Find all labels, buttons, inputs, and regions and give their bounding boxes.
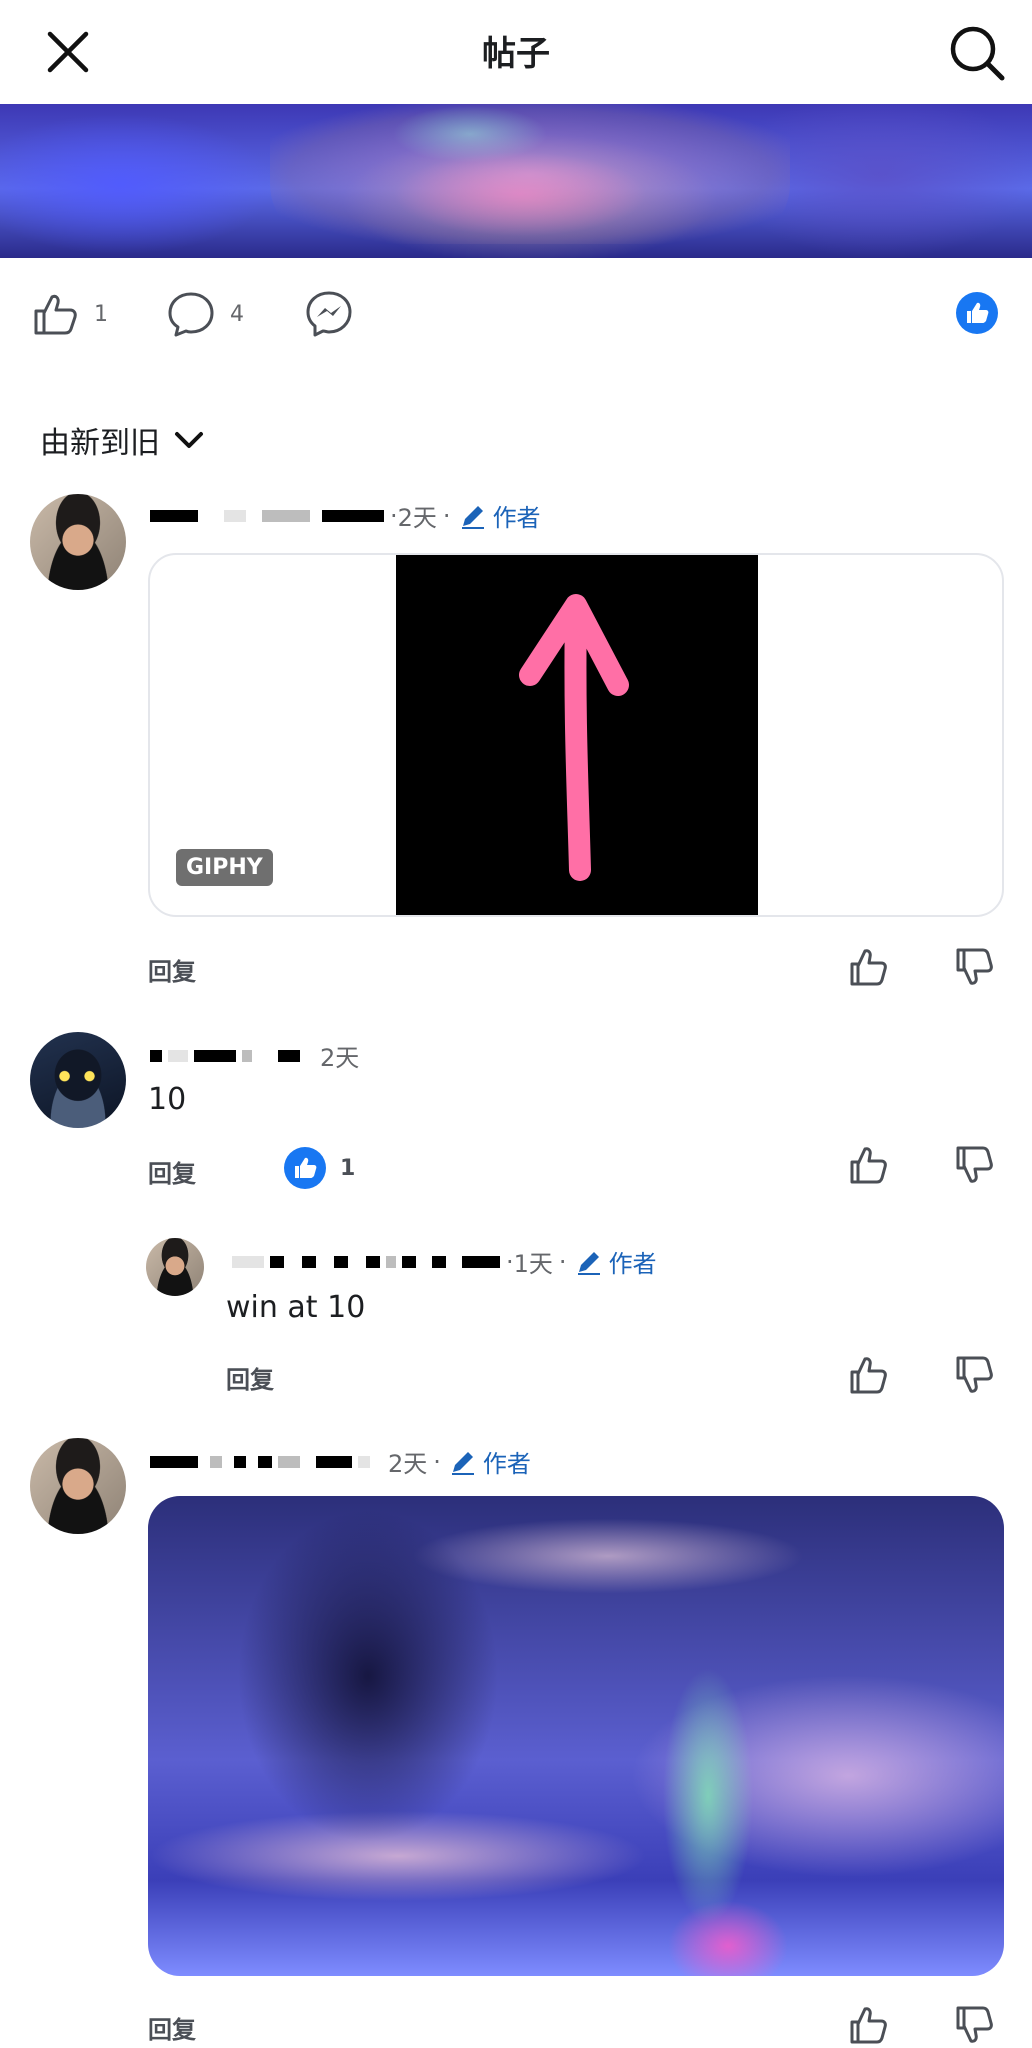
redacted-name <box>302 1255 316 1268</box>
upvote-icon[interactable] <box>848 946 890 988</box>
author-badge-label: 作者 <box>608 1250 657 1278</box>
upvote-icon[interactable] <box>848 1354 890 1396</box>
redacted-name <box>258 1455 272 1468</box>
reply-button[interactable]: 回复 <box>148 1154 196 1189</box>
comment-time: 1天 <box>513 1250 553 1278</box>
upvote-icon[interactable] <box>848 2004 890 2046</box>
redacted-name <box>270 1255 284 1268</box>
reply-button[interactable]: 回复 <box>148 2010 196 2045</box>
comment-time: 2天 <box>388 1450 428 1478</box>
messenger-share-action[interactable] <box>304 286 354 342</box>
comment-action[interactable]: 4 <box>166 286 244 342</box>
like-action[interactable]: 1 <box>30 286 108 342</box>
page-title: 帖子 <box>482 34 550 74</box>
up-arrow-icon <box>519 594 629 881</box>
like-count: 1 <box>94 301 108 327</box>
top-bar: 帖子 <box>0 0 1032 104</box>
post-image[interactable] <box>0 104 1032 258</box>
redacted-name <box>358 1455 370 1468</box>
gif-attachment[interactable]: GIPHY <box>148 553 1004 917</box>
author-badge: 作者 <box>459 498 541 533</box>
reaction-summary[interactable]: 1 <box>284 1147 355 1189</box>
author-badge: 作者 <box>449 1444 531 1479</box>
redacted-name <box>386 1255 396 1268</box>
post-action-bar: 1 4 <box>0 258 1032 368</box>
redacted-name <box>402 1255 416 1268</box>
comment-meta: · 1天 · 作者 <box>232 1244 657 1279</box>
pencil-icon <box>461 505 484 529</box>
redacted-name <box>150 509 198 522</box>
author-badge-label: 作者 <box>492 504 541 532</box>
downvote-icon[interactable] <box>954 2004 996 2046</box>
comment-meta: 2天 · 作者 <box>150 1444 531 1479</box>
comment-time: 2天 <box>320 1044 360 1072</box>
downvote-icon[interactable] <box>954 1144 996 1186</box>
redacted-name <box>232 1255 264 1268</box>
downvote-icon[interactable] <box>954 946 996 988</box>
author-badge-label: 作者 <box>482 1450 531 1478</box>
redacted-name <box>210 1455 222 1468</box>
sort-label: 由新到旧 <box>40 426 160 461</box>
redacted-name <box>316 1455 352 1468</box>
redacted-name <box>234 1455 246 1468</box>
redacted-name <box>278 1049 300 1062</box>
search-icon[interactable] <box>948 24 1006 82</box>
comment-text: 10 <box>148 1082 187 1117</box>
messenger-icon <box>306 291 352 337</box>
comment-icon <box>168 292 214 337</box>
reply-button[interactable]: 回复 <box>226 1360 274 1395</box>
redacted-name <box>194 1049 236 1062</box>
comment-time: 2天 <box>397 504 437 532</box>
redacted-name <box>462 1255 500 1268</box>
reply-button[interactable]: 回复 <box>148 952 196 987</box>
downvote-icon[interactable] <box>954 1354 996 1396</box>
redacted-name <box>242 1049 252 1062</box>
redacted-name <box>366 1255 380 1268</box>
thumbs-up-icon <box>34 294 77 335</box>
like-reaction-icon <box>284 1147 326 1189</box>
comment-meta: · 2天 · 作者 <box>150 498 541 533</box>
redacted-name <box>168 1049 188 1062</box>
redacted-name <box>262 509 310 522</box>
gif-frame <box>396 555 758 915</box>
avatar[interactable] <box>30 1438 126 1534</box>
avatar[interactable] <box>30 1032 126 1128</box>
like-reaction-icon[interactable] <box>956 292 998 334</box>
redacted-name <box>322 509 384 522</box>
coral-rock <box>270 104 790 244</box>
comment-count: 4 <box>230 301 244 327</box>
redacted-name <box>224 509 246 522</box>
redacted-name <box>150 1049 162 1062</box>
pencil-icon <box>577 1251 600 1275</box>
avatar[interactable] <box>146 1238 204 1296</box>
comment-text: win at 10 <box>226 1290 366 1325</box>
author-badge: 作者 <box>575 1244 657 1279</box>
giphy-badge: GIPHY <box>176 849 273 886</box>
pencil-icon <box>451 1451 474 1475</box>
chevron-down-icon <box>175 432 203 448</box>
upvote-icon[interactable] <box>848 1144 890 1186</box>
sort-dropdown[interactable]: 由新到旧 <box>40 418 206 462</box>
comment-meta: 2天 <box>150 1038 359 1073</box>
redacted-name <box>334 1255 348 1268</box>
photo-attachment[interactable] <box>148 1496 1004 1976</box>
redacted-name <box>278 1455 300 1468</box>
redacted-name <box>432 1255 446 1268</box>
redacted-name <box>150 1455 198 1468</box>
reaction-count: 1 <box>340 1155 356 1181</box>
avatar[interactable] <box>30 494 126 590</box>
